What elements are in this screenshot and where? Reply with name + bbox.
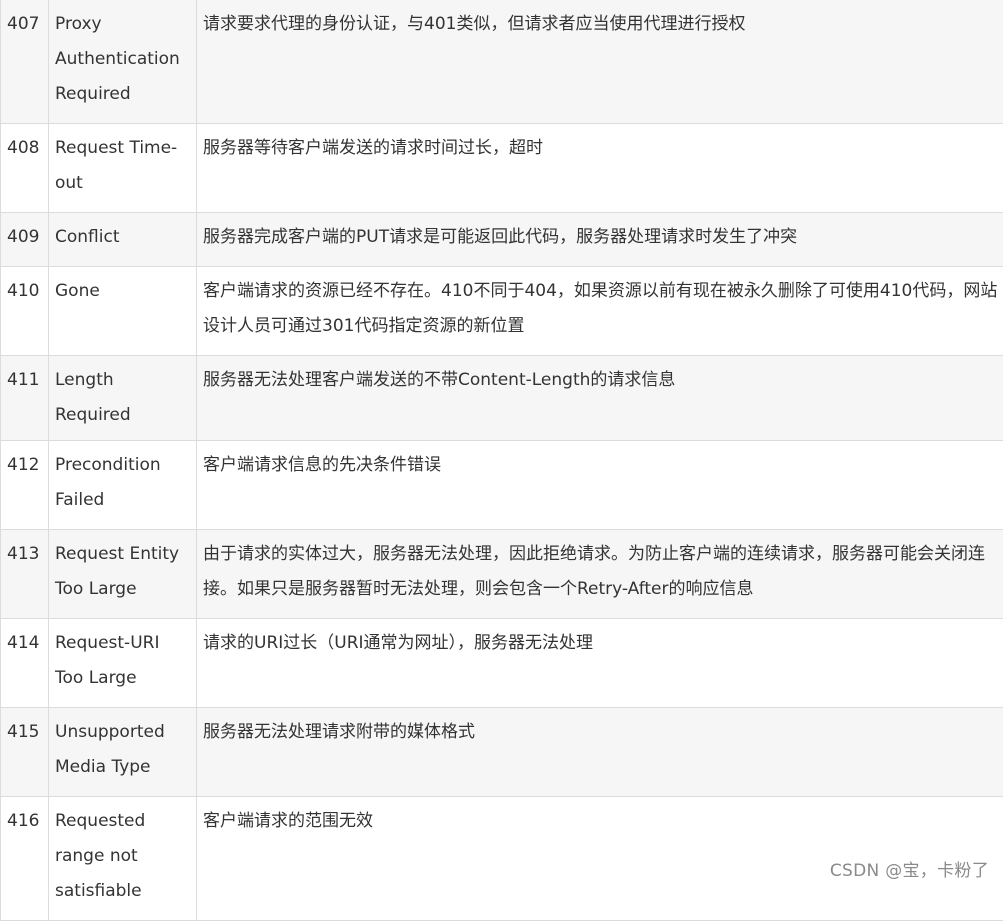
status-description-cell: 服务器无法处理请求附带的媒体格式 bbox=[197, 708, 1003, 797]
status-description-cell: 服务器完成客户端的PUT请求是可能返回此代码，服务器处理请求时发生了冲突 bbox=[197, 213, 1003, 267]
status-code-cell: 414 bbox=[1, 619, 49, 708]
status-description-cell: 由于请求的实体过大，服务器无法处理，因此拒绝请求。为防止客户端的连续请求，服务器… bbox=[197, 530, 1003, 619]
status-name-cell: Proxy Authentication Required bbox=[49, 0, 197, 124]
table-row: 408 Request Time-out 服务器等待客户端发送的请求时间过长，超… bbox=[1, 124, 1003, 213]
table-row: 412 Precondition Failed 客户端请求信息的先决条件错误 bbox=[1, 441, 1003, 530]
table-row: 415 Unsupported Media Type 服务器无法处理请求附带的媒… bbox=[1, 708, 1003, 797]
status-code-cell: 409 bbox=[1, 213, 49, 267]
table-row: 413 Request Entity Too Large 由于请求的实体过大，服… bbox=[1, 530, 1003, 619]
status-code-cell: 410 bbox=[1, 267, 49, 356]
status-name-cell: Precondition Failed bbox=[49, 441, 197, 530]
status-name-cell: Conflict bbox=[49, 213, 197, 267]
status-name-cell: Length Required bbox=[49, 356, 197, 441]
status-description-cell: 服务器无法处理客户端发送的不带Content-Length的请求信息 bbox=[197, 356, 1003, 441]
status-code-cell: 408 bbox=[1, 124, 49, 213]
status-name-cell: Request Time-out bbox=[49, 124, 197, 213]
table-row: 410 Gone 客户端请求的资源已经不存在。410不同于404，如果资源以前有… bbox=[1, 267, 1003, 356]
status-code-cell: 415 bbox=[1, 708, 49, 797]
status-name-cell: Request-URI Too Large bbox=[49, 619, 197, 708]
table-row: 407 Proxy Authentication Required 请求要求代理… bbox=[1, 0, 1003, 124]
status-description-cell: 客户端请求的资源已经不存在。410不同于404，如果资源以前有现在被永久删除了可… bbox=[197, 267, 1003, 356]
status-description-cell: 服务器等待客户端发送的请求时间过长，超时 bbox=[197, 124, 1003, 213]
status-description-cell: 客户端请求信息的先决条件错误 bbox=[197, 441, 1003, 530]
status-name-cell: Requested range not satisfiable bbox=[49, 797, 197, 921]
status-name-cell: Unsupported Media Type bbox=[49, 708, 197, 797]
csdn-watermark: CSDN @宝，卡粉了 bbox=[830, 856, 989, 881]
status-description-cell: 请求要求代理的身份认证，与401类似，但请求者应当使用代理进行授权 bbox=[197, 0, 1003, 124]
status-code-cell: 407 bbox=[1, 0, 49, 124]
table-row: 411 Length Required 服务器无法处理客户端发送的不带Conte… bbox=[1, 356, 1003, 441]
status-code-cell: 412 bbox=[1, 441, 49, 530]
table-row: 409 Conflict 服务器完成客户端的PUT请求是可能返回此代码，服务器处… bbox=[1, 213, 1003, 267]
status-code-cell: 413 bbox=[1, 530, 49, 619]
status-description-cell: 请求的URI过长（URI通常为网址），服务器无法处理 bbox=[197, 619, 1003, 708]
status-code-cell: 411 bbox=[1, 356, 49, 441]
status-name-cell: Gone bbox=[49, 267, 197, 356]
table-row: 414 Request-URI Too Large 请求的URI过长（URI通常… bbox=[1, 619, 1003, 708]
status-name-cell: Request Entity Too Large bbox=[49, 530, 197, 619]
status-code-cell: 416 bbox=[1, 797, 49, 921]
status-code-table: 407 Proxy Authentication Required 请求要求代理… bbox=[0, 0, 1003, 921]
